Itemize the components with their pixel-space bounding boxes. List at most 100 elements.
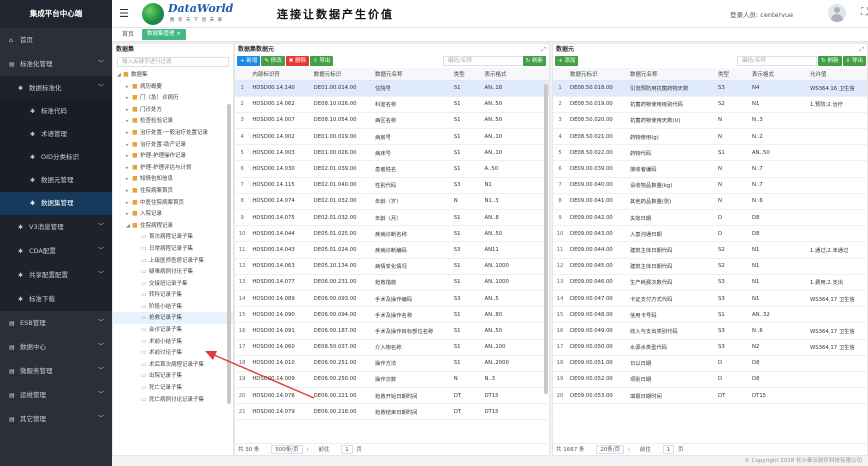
dataset-table-scrollbar[interactable]: [544, 84, 548, 394]
column-header[interactable]: 数据元标识: [310, 68, 373, 81]
tree-node[interactable]: ▸ ■ 中医住院病案首页: [113, 197, 233, 209]
table-row[interactable]: 9 HDSD00.14.075 DE02.01.032.00 年龄（月） S1 AN..8: [235, 209, 549, 227]
table-row[interactable]: 5 DE08.50.022.00 药物代码 S1 AN..50: [553, 144, 867, 162]
tree-node[interactable]: ▸ ■ 住院病案首页: [113, 185, 233, 197]
tree-scrollbar[interactable]: [227, 104, 231, 404]
tree-node[interactable]: ▸ ■ 护理-护理评估与计划: [113, 162, 233, 174]
tree-node[interactable]: ▭ 术后首次病程记录子集: [113, 359, 233, 371]
column-header[interactable]: [235, 68, 250, 81]
column-header[interactable]: 数据元标识: [567, 68, 627, 81]
tree-node[interactable]: ◢ ■ 数据集: [113, 69, 233, 81]
column-header[interactable]: 类型: [715, 68, 749, 81]
tree-node[interactable]: ▸ ■ 检查检验记录: [113, 115, 233, 127]
sidebar-item[interactable]: ▤ 标准化管理 ﹀: [0, 52, 112, 76]
table-row[interactable]: 4 HDSD00.14.002 DE01.00.019.00 病房号 S1 AN..10: [235, 128, 549, 146]
tree-node[interactable]: ▸ ■ 门诊处方: [113, 104, 233, 116]
table-row[interactable]: 15 DE09.00.048.00 信用卡号码 S1 AN..32: [553, 306, 867, 324]
table-row[interactable]: 7 HDSD00.14.115 DE02.01.040.00 性别代码 S3 N1: [235, 177, 549, 194]
sidebar-item[interactable]: ▤ 运维管理 ﹀: [0, 383, 112, 407]
table-row[interactable]: 2 DE08.50.019.00 抗菌药物使用级别代码 S2 N1 1.预防;2.治疗: [553, 96, 867, 113]
table-row[interactable]: 19 DE09.00.052.00 项别日期 D D8: [553, 371, 867, 389]
element-action-button[interactable]: ⇩ 导出: [842, 56, 866, 66]
sidebar-item[interactable]: ✱ 术语管理: [0, 123, 112, 146]
table-row[interactable]: 17 DE09.00.050.00 水源水类型代码 S3 N2 WS364.17 卫生信: [553, 339, 867, 356]
table-row[interactable]: 15 HDSD00.14.090 DE06.00.094.00 手术及操作名称 S1 AN…: [235, 306, 549, 324]
tree-node[interactable]: ▭ 阶段小结子集: [113, 301, 233, 313]
table-row[interactable]: 4 DE08.50.021.00 药物使用(g) N N..2: [553, 128, 867, 146]
element-action-button[interactable]: ↻ 刷新: [818, 56, 842, 66]
table-row[interactable]: 19 HDSD00.14.009 DE06.00.250.00 操作次数 N N..3: [235, 371, 549, 389]
column-header[interactable]: [553, 68, 567, 81]
dataset-action-button[interactable]: ✎ 修改: [261, 56, 285, 66]
dataset-search-input[interactable]: 编码/名称: [443, 56, 527, 66]
tree-node[interactable]: ▸ ■ 护理-护理操作记录: [113, 150, 233, 162]
tree-node[interactable]: ▭ 会诊记录子集: [113, 324, 233, 336]
table-row[interactable]: 14 HDSD00.14.089 DE06.00.093.00 手术及操作编码 S3 AN…: [235, 290, 549, 308]
sidebar-item[interactable]: ⌂ 首页: [0, 28, 112, 52]
table-row[interactable]: 3 DE08.50.020.00 抗菌药物使用天数(U) N N..3: [553, 112, 867, 130]
tab-home[interactable]: 首页: [122, 30, 134, 40]
column-header[interactable]: 类型: [450, 68, 482, 81]
table-row[interactable]: 12 HDSD00.14.063 DE05.10.134.00 病情变化情况 S1 AN.…: [235, 258, 549, 275]
table-row[interactable]: 12 DE09.00.045.00 建筑主体日期代码 S2 N1: [553, 258, 867, 275]
tree-node[interactable]: ▭ 术前小结子集: [113, 336, 233, 348]
table-row[interactable]: 13 HDSD00.14.077 DE06.00.231.00 抢救措施 S1 AN..1…: [235, 274, 549, 291]
tree-node[interactable]: ▭ 交接班记录子集: [113, 278, 233, 290]
element-prev-page[interactable]: ‹: [628, 447, 630, 453]
table-row[interactable]: 18 DE09.00.051.00 日以日期 D D8: [553, 355, 867, 372]
tree-node[interactable]: ▭ 首次病程记录子集: [113, 231, 233, 243]
table-row[interactable]: 11 HDSD00.14.043 DE05.01.024.00 疾病诊断编码 S3 AN1…: [235, 241, 549, 259]
table-row[interactable]: 20 HDSD00.14.078 DE06.00.221.00 抢救开始日期时间 DT D…: [235, 387, 549, 405]
tree-node[interactable]: ▸ ■ 病历概要: [113, 81, 233, 93]
tree-node[interactable]: ▸ ■ 治疗处置-助产记录: [113, 139, 233, 151]
dataset-page-input[interactable]: 1: [341, 445, 353, 454]
table-row[interactable]: 16 HDSD00.14.091 DE06.00.187.00 手术及操作目标部位名称…: [235, 322, 549, 340]
table-row[interactable]: 18 HDSD00.14.010 DE06.00.251.00 操作方法 S1 AN..2…: [235, 355, 549, 372]
sidebar-item[interactable]: ▤ 其它管理 ﹀: [0, 407, 112, 431]
element-page-size-select[interactable]: 20条/页: [596, 445, 625, 454]
table-row[interactable]: 5 HDSD00.14.003 DE01.00.026.00 病床号 S1 AN..10: [235, 144, 549, 162]
tree-filter-input[interactable]: 输入关键字进行过滤: [117, 57, 229, 67]
tree-node[interactable]: ▭ 疑难病例讨论子集: [113, 266, 233, 278]
maximize-icon[interactable]: ⤢: [541, 44, 546, 55]
tree-node[interactable]: ▸ ■ 入院记录: [113, 208, 233, 220]
tree-node[interactable]: ▸ ■ 治疗处置-一般治疗处置记录: [113, 127, 233, 139]
sidebar-item[interactable]: ▤ ESB管理 ﹀: [0, 311, 112, 335]
dataset-prev-page[interactable]: ‹: [306, 447, 308, 453]
tree-node[interactable]: ▭ 术前讨论子集: [113, 347, 233, 359]
tree-node[interactable]: ▸ ■ 门（急）诊病历: [113, 92, 233, 104]
table-row[interactable]: 10 DE09.00.043.00 入患沟通日期 D D8: [553, 225, 867, 243]
table-row[interactable]: 6 HDSD00.14.030 DE02.01.039.00 患者姓名 S1 A..50: [235, 160, 549, 178]
sidebar-item[interactable]: ✱ CDA配置 ﹀: [0, 239, 112, 263]
tree-node[interactable]: ▭ 上级医师查房记录子集: [113, 255, 233, 267]
sidebar-item[interactable]: ✱ 共享配置配置 ﹀: [0, 263, 112, 287]
tree-node[interactable]: ▭ 出院记录子集: [113, 370, 233, 382]
sidebar-item[interactable]: ✱ 数据元管理: [0, 169, 112, 192]
tree-node[interactable]: ▭ 死亡病例讨论记录子集: [113, 394, 233, 406]
table-row[interactable]: 14 DE09.00.047.00 卡证支付方式代码 S3 N1 WS364.17 卫生信: [553, 290, 867, 308]
fullscreen-icon[interactable]: ⛶: [861, 7, 868, 18]
table-row[interactable]: 3 HDSD00.14.007 DE08.10.054.00 病区名称 S1 AN..50: [235, 112, 549, 130]
sidebar-item[interactable]: ✱ 数据集管理: [0, 192, 112, 215]
column-header[interactable]: 表示格式: [481, 68, 549, 81]
table-row[interactable]: 20 DE09.00.053.00 填报日期时间 DT DT15: [553, 387, 867, 405]
table-row[interactable]: 2 HDSD00.14.062 DE08.10.026.00 科室名称 S1 AN..50: [235, 96, 549, 113]
menu-toggle-icon[interactable]: ☰: [119, 8, 129, 19]
table-row[interactable]: 9 DE09.00.042.00 失效日期 D D8: [553, 209, 867, 227]
column-header[interactable]: 表示格式: [749, 68, 807, 81]
column-header[interactable]: 内部标识符: [249, 68, 311, 81]
sidebar-item[interactable]: ✱ OID分类标识: [0, 146, 112, 169]
table-row[interactable]: 7 DE09.00.040.00 设收物品数量(kg) N N..7: [553, 177, 867, 194]
sidebar-item[interactable]: ▤ 数据中心 ﹀: [0, 335, 112, 359]
table-row[interactable]: 6 DE09.00.039.00 接收者编码 N N..7: [553, 160, 867, 178]
column-header[interactable]: 数据元名称: [627, 68, 715, 81]
table-row[interactable]: 1 HDSD00.14.140 DE01.00.014.00 住院号 S1 AN..18: [235, 80, 549, 97]
maximize-icon[interactable]: ⤢: [859, 44, 864, 55]
tree-node[interactable]: ▭ 转科记录子集: [113, 289, 233, 301]
table-row[interactable]: 17 HDSD00.14.060 DE08.50.037.00 介入物名称 S1 AN..…: [235, 339, 549, 356]
table-row[interactable]: 8 HDSD00.14.074 DE02.01.032.00 年龄（岁） N N1..3: [235, 193, 549, 211]
tree-node[interactable]: ▸ ■ 知情告知信息: [113, 173, 233, 185]
sidebar-item[interactable]: ▤ 微服务管理 ﹀: [0, 359, 112, 383]
dataset-page-size-select[interactable]: 500条/页: [271, 445, 303, 454]
element-add-button[interactable]: + 添加: [555, 56, 579, 66]
